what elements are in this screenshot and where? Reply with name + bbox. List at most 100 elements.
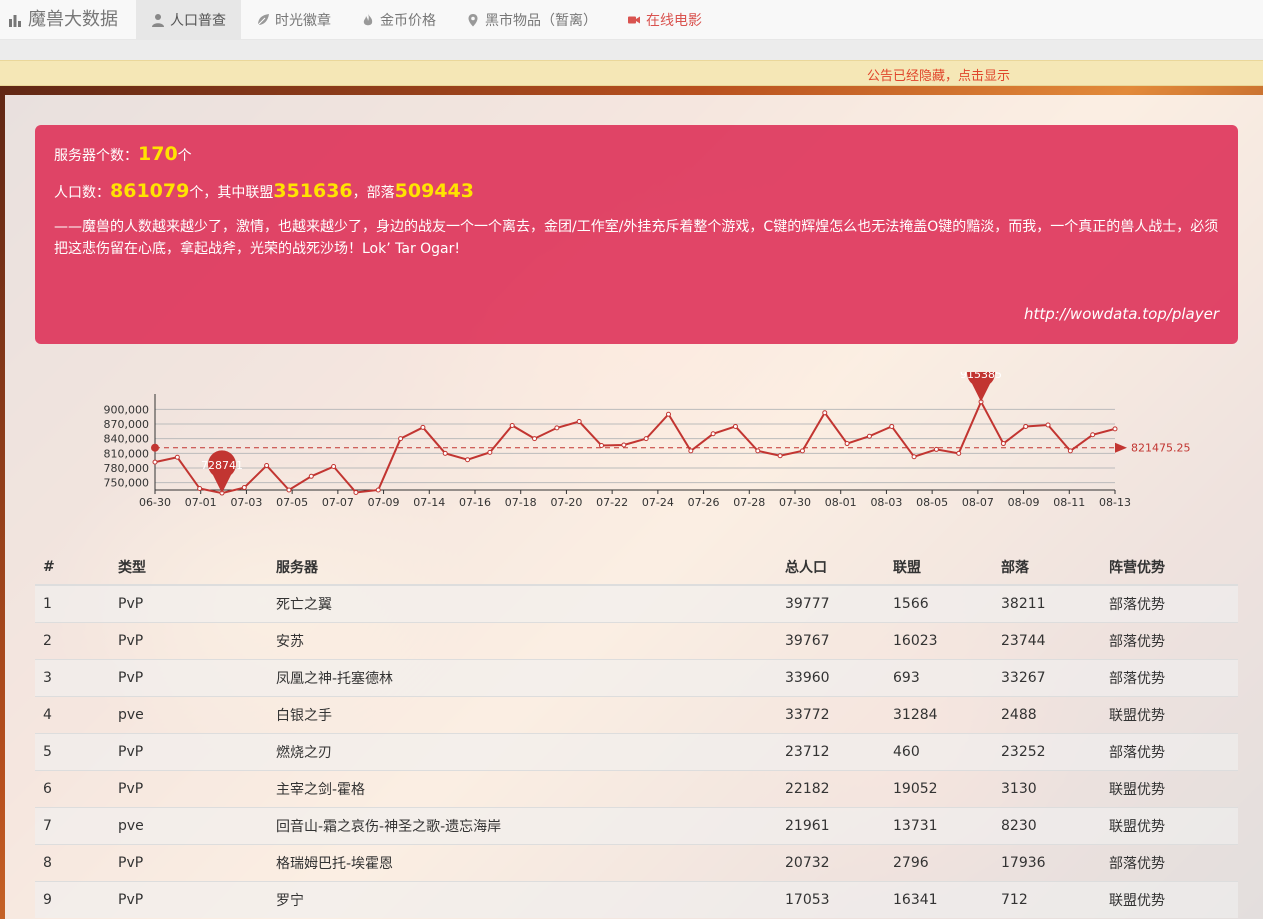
header-horde: 部落 [993,549,1101,586]
cell-rank: 3 [35,658,110,696]
data-point [1090,432,1096,438]
cell-server: 安苏 [268,621,777,659]
x-tick-label: 07-05 [276,496,308,509]
data-point [465,457,471,463]
nav-item-gold-price[interactable]: 金币价格 [346,0,451,40]
cell-horde: 33267 [993,658,1101,696]
cell-type: PvP [110,584,268,622]
header-server: 服务器 [268,549,777,586]
cell-advantage: 部落优势 [1101,621,1238,659]
data-point [710,431,716,437]
data-point [509,422,515,428]
server-count-value: 170 [138,143,178,165]
data-point [1000,441,1006,447]
y-tick-label: 870,000 [104,418,150,431]
video-camera-icon [628,16,640,24]
data-point [554,425,560,431]
leaf-icon [257,14,269,26]
nav-item-population[interactable]: 人口普查 [136,0,241,40]
population-mid-text: 个，其中联盟 [189,185,274,201]
site-url[interactable]: http://wowdata.top/player [1024,305,1219,323]
cell-alliance: 13731 [885,806,993,844]
nav-item-online-movie[interactable]: 在线电影 [612,0,717,40]
nav-item-label: 时光徽章 [275,13,331,29]
table-row: 1 PvP 死亡之翼 39777 1566 38211 部落优势 [35,584,1238,622]
cell-server: 燃烧之刃 [268,732,777,770]
data-point [398,436,404,442]
data-point [1045,422,1051,428]
cell-total: 20732 [777,843,885,881]
data-point [241,485,247,491]
map-marker-icon [468,14,478,27]
cell-horde: 23744 [993,621,1101,659]
cell-type: pve [110,695,268,733]
data-point [889,423,895,429]
cell-total: 17053 [777,880,885,918]
header-advantage: 阵营优势 [1101,549,1238,586]
cell-horde: 23252 [993,732,1101,770]
data-point [1112,426,1118,432]
user-icon [152,14,164,27]
table-row: 4 pve 白银之手 33772 31284 2488 联盟优势 [35,695,1238,733]
x-tick-label: 08-05 [916,496,948,509]
cell-type: PvP [110,621,268,659]
x-tick-label: 08-01 [825,496,857,509]
data-point [732,423,738,429]
cell-alliance: 16341 [885,880,993,918]
data-point [643,436,649,442]
x-tick-label: 07-07 [322,496,354,509]
min-marker-label: 728741 [201,459,243,472]
cell-server: 主宰之剑-霍格 [268,769,777,807]
cell-type: pve [110,806,268,844]
cell-type: PvP [110,843,268,881]
nav-item-label: 黑市物品（暂离） [485,13,597,29]
data-point [665,411,671,417]
show-announcement-link[interactable]: 公告已经隐藏，点击显示 [867,65,1010,84]
cell-horde: 712 [993,880,1101,918]
description-text: ——魔兽的人数越来越少了，激情，也越来越少了，身边的战友一个一个离去，金团/工作… [54,219,1219,257]
summary-jumbotron: 服务器个数：170个 人口数：861079个，其中联盟351636，部落5094… [35,125,1238,344]
cell-horde: 3130 [993,769,1101,807]
population-label: 人口数： [54,185,110,201]
nav-menu: 人口普查 时光徽章 金币价格 黑市物品（暂离） 在线电影 [136,0,717,40]
x-tick-label: 07-30 [779,496,811,509]
notice-spacer [0,40,1263,60]
cell-server: 死亡之翼 [268,584,777,622]
table-row: 7 pve 回音山-霜之哀伤-神圣之歌-遗忘海岸 21961 13731 8230 联盟优势 [35,806,1238,844]
y-tick-label: 840,000 [104,433,150,446]
x-tick-label: 08-09 [1008,496,1040,509]
navbar: 魔兽大数据 人口普查 时光徽章 金币价格 黑市物品（暂离） 在线电影 [0,0,1263,40]
x-tick-label: 07-24 [642,496,674,509]
cell-type: PvP [110,732,268,770]
data-point [375,487,381,493]
cell-total: 23712 [777,732,885,770]
data-point [822,410,828,416]
data-point [353,489,359,495]
nav-item-black-market[interactable]: 黑市物品（暂离） [451,0,612,40]
cell-rank: 5 [35,732,110,770]
x-tick-label: 07-22 [596,496,628,509]
brand[interactable]: 魔兽大数据 [8,0,118,40]
nav-item-label: 金币价格 [380,13,436,29]
nav-item-token[interactable]: 时光徽章 [241,0,346,40]
cell-advantage: 部落优势 [1101,843,1238,881]
cell-total: 21961 [777,806,885,844]
cell-rank: 2 [35,621,110,659]
cell-advantage: 联盟优势 [1101,880,1238,918]
header-rank: # [35,549,110,586]
x-tick-label: 07-26 [688,496,720,509]
table-row: 3 PvP 凤凰之神-托塞德林 33960 693 33267 部落优势 [35,658,1238,696]
data-point [152,459,158,465]
x-tick-label: 08-13 [1099,496,1131,509]
population-line: 人口数：861079个，其中联盟351636，部落509443 [54,180,474,202]
data-point [933,446,939,452]
average-line-arrow [1115,442,1127,453]
y-tick-label: 780,000 [104,462,150,475]
cell-server: 回音山-霜之哀伤-神圣之歌-遗忘海岸 [268,806,777,844]
data-point [688,448,694,454]
cell-advantage: 部落优势 [1101,584,1238,622]
cell-alliance: 31284 [885,695,993,733]
cell-server: 白银之手 [268,695,777,733]
cell-server: 罗宁 [268,880,777,918]
alliance-total: 351636 [273,180,353,202]
